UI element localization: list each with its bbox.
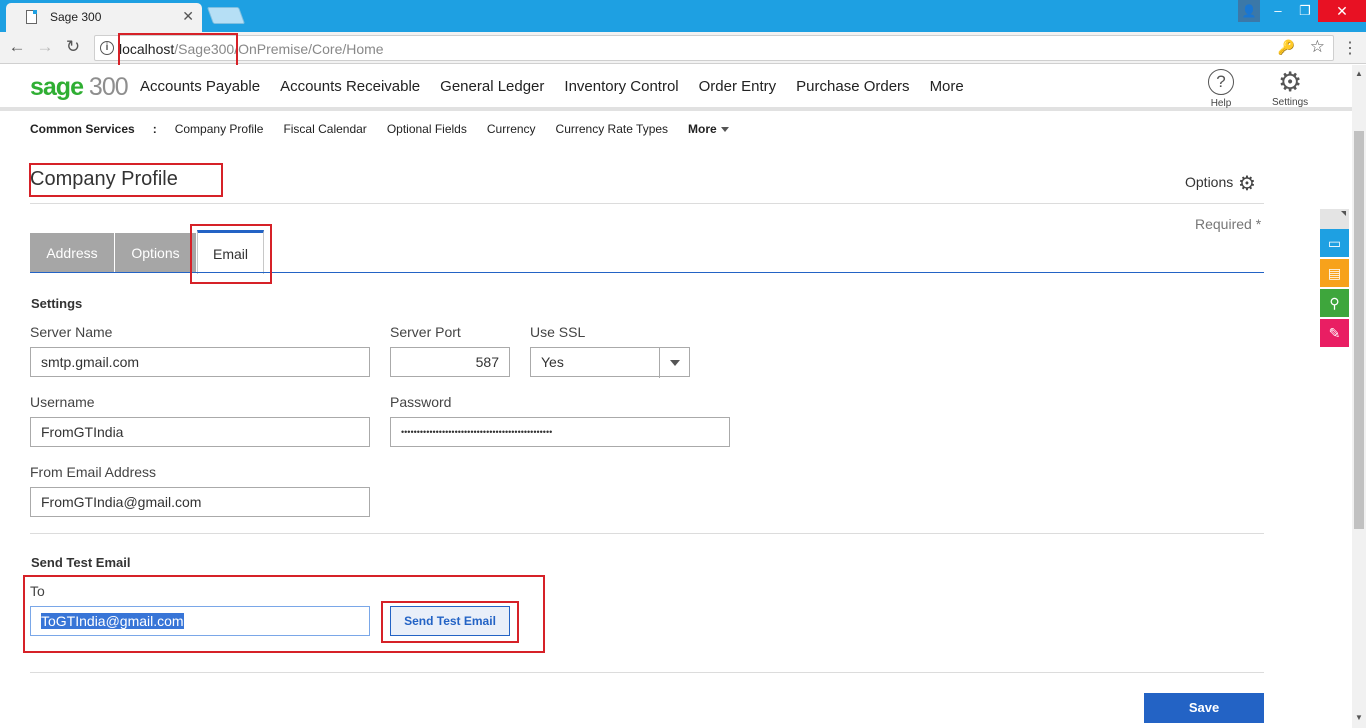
- settings-section-title: Settings: [31, 296, 83, 311]
- send-test-section-title: Send Test Email: [31, 555, 131, 570]
- server-name-label: Server Name: [30, 324, 113, 340]
- nav-general-ledger[interactable]: General Ledger: [440, 78, 544, 95]
- minimize-button[interactable]: –: [1263, 0, 1293, 22]
- to-email-input[interactable]: ToGTIndia@gmail.com: [30, 606, 370, 636]
- browser-tab-title: Sage 300: [50, 10, 102, 24]
- gear-icon: ⚙: [1277, 67, 1303, 97]
- bookmark-star-icon[interactable]: ☆: [1310, 37, 1325, 57]
- footer-divider: [30, 672, 1264, 673]
- email-tab-highlight-box: [190, 224, 272, 284]
- nav-inventory-control[interactable]: Inventory Control: [564, 78, 678, 95]
- nav-more[interactable]: More: [930, 78, 964, 95]
- crumb-currency-rate-types[interactable]: Currency Rate Types: [556, 122, 669, 136]
- crumb-currency[interactable]: Currency: [487, 122, 536, 136]
- browser-menu-icon[interactable]: ⋮: [1342, 38, 1358, 58]
- document-icon[interactable]: ▤: [1320, 259, 1349, 287]
- calendar-icon[interactable]: ▭: [1320, 229, 1349, 257]
- tab-options[interactable]: Options: [115, 233, 196, 273]
- title-highlight-box: [29, 163, 223, 197]
- crumb-company-profile[interactable]: Company Profile: [175, 122, 264, 136]
- crumb-optional-fields[interactable]: Optional Fields: [387, 122, 467, 136]
- to-label: To: [30, 583, 45, 599]
- password-label: Password: [390, 394, 452, 410]
- to-email-value: ToGTIndia@gmail.com: [41, 613, 184, 629]
- title-divider: [30, 203, 1264, 204]
- required-note: Required *: [1195, 216, 1262, 232]
- app-header: sage 300 Accounts Payable Accounts Recei…: [0, 65, 1352, 111]
- search-icon[interactable]: ⚲: [1320, 289, 1349, 317]
- browser-tab[interactable]: Sage 300 ✕: [6, 3, 202, 32]
- server-name-input[interactable]: smtp.gmail.com: [30, 347, 370, 377]
- use-ssl-label: Use SSL: [530, 324, 586, 340]
- use-ssl-value: Yes: [541, 354, 564, 370]
- user-profile-icon[interactable]: 👤: [1238, 0, 1260, 22]
- help-icon: ?: [1208, 69, 1234, 95]
- forward-arrow-icon[interactable]: →: [34, 37, 56, 57]
- module-nav: Accounts Payable Accounts Receivable Gen…: [140, 78, 964, 95]
- url-highlight-box: [118, 33, 238, 67]
- page-scrollbar[interactable]: ▲ ▼: [1352, 65, 1366, 728]
- options-label[interactable]: Options: [1185, 174, 1233, 190]
- browser-tab-strip: Sage 300 ✕ 👤 – ❐ ✕: [0, 0, 1366, 32]
- from-email-label: From Email Address: [30, 464, 157, 480]
- crumb-more-dropdown[interactable]: More: [688, 122, 729, 136]
- sage-logo[interactable]: sage 300: [30, 73, 129, 102]
- server-port-input[interactable]: 587: [390, 347, 510, 377]
- username-input[interactable]: FromGTIndia: [30, 417, 370, 447]
- quick-panel-toggle[interactable]: [1320, 209, 1349, 229]
- crumb-fiscal-calendar[interactable]: Fiscal Calendar: [283, 122, 366, 136]
- username-label: Username: [30, 394, 95, 410]
- key-icon[interactable]: 🔑: [1278, 39, 1295, 56]
- help-label: Help: [1210, 98, 1232, 109]
- tab-address[interactable]: Address: [30, 233, 114, 273]
- send-test-email-button[interactable]: Send Test Email: [390, 606, 510, 636]
- scrollbar-thumb[interactable]: [1354, 131, 1364, 529]
- pencil-icon[interactable]: ✎: [1320, 319, 1349, 347]
- new-tab-button[interactable]: [206, 7, 246, 24]
- page-icon: [26, 10, 37, 24]
- breadcrumb-head: Common Services: [30, 122, 135, 136]
- breadcrumb: Common Services : Company Profile Fiscal…: [30, 122, 729, 136]
- nav-purchase-orders[interactable]: Purchase Orders: [796, 78, 909, 95]
- password-input[interactable]: ••••••••••••••••••••••••••••••••••••••••…: [390, 417, 730, 447]
- chevron-down-icon[interactable]: [659, 348, 689, 378]
- save-button[interactable]: Save: [1144, 693, 1264, 723]
- settings-label: Settings: [1272, 97, 1309, 108]
- server-port-label: Server Port: [390, 324, 461, 340]
- url-input[interactable]: i localhost/Sage300/OnPremise/Core/Home …: [94, 35, 1334, 61]
- nav-accounts-receivable[interactable]: Accounts Receivable: [280, 78, 420, 95]
- nav-accounts-payable[interactable]: Accounts Payable: [140, 78, 260, 95]
- scroll-down-icon[interactable]: ▼: [1355, 713, 1363, 722]
- section-divider: [30, 533, 1264, 534]
- use-ssl-select[interactable]: Yes: [530, 347, 690, 378]
- close-tab-icon[interactable]: ✕: [182, 8, 194, 25]
- settings-button[interactable]: ⚙ Settings: [1272, 67, 1309, 109]
- info-icon[interactable]: i: [100, 41, 114, 55]
- scroll-up-icon[interactable]: ▲: [1355, 69, 1363, 78]
- nav-order-entry[interactable]: Order Entry: [699, 78, 777, 95]
- reload-icon[interactable]: ↻: [62, 37, 84, 57]
- restore-button[interactable]: ❐: [1290, 0, 1320, 22]
- back-arrow-icon[interactable]: ←: [6, 37, 28, 57]
- window-close-button[interactable]: ✕: [1318, 0, 1366, 22]
- help-button[interactable]: ? Help: [1208, 69, 1234, 109]
- options-gear-icon[interactable]: ⚙: [1238, 171, 1256, 196]
- breadcrumb-separator: :: [152, 122, 157, 136]
- from-email-input[interactable]: FromGTIndia@gmail.com: [30, 487, 370, 517]
